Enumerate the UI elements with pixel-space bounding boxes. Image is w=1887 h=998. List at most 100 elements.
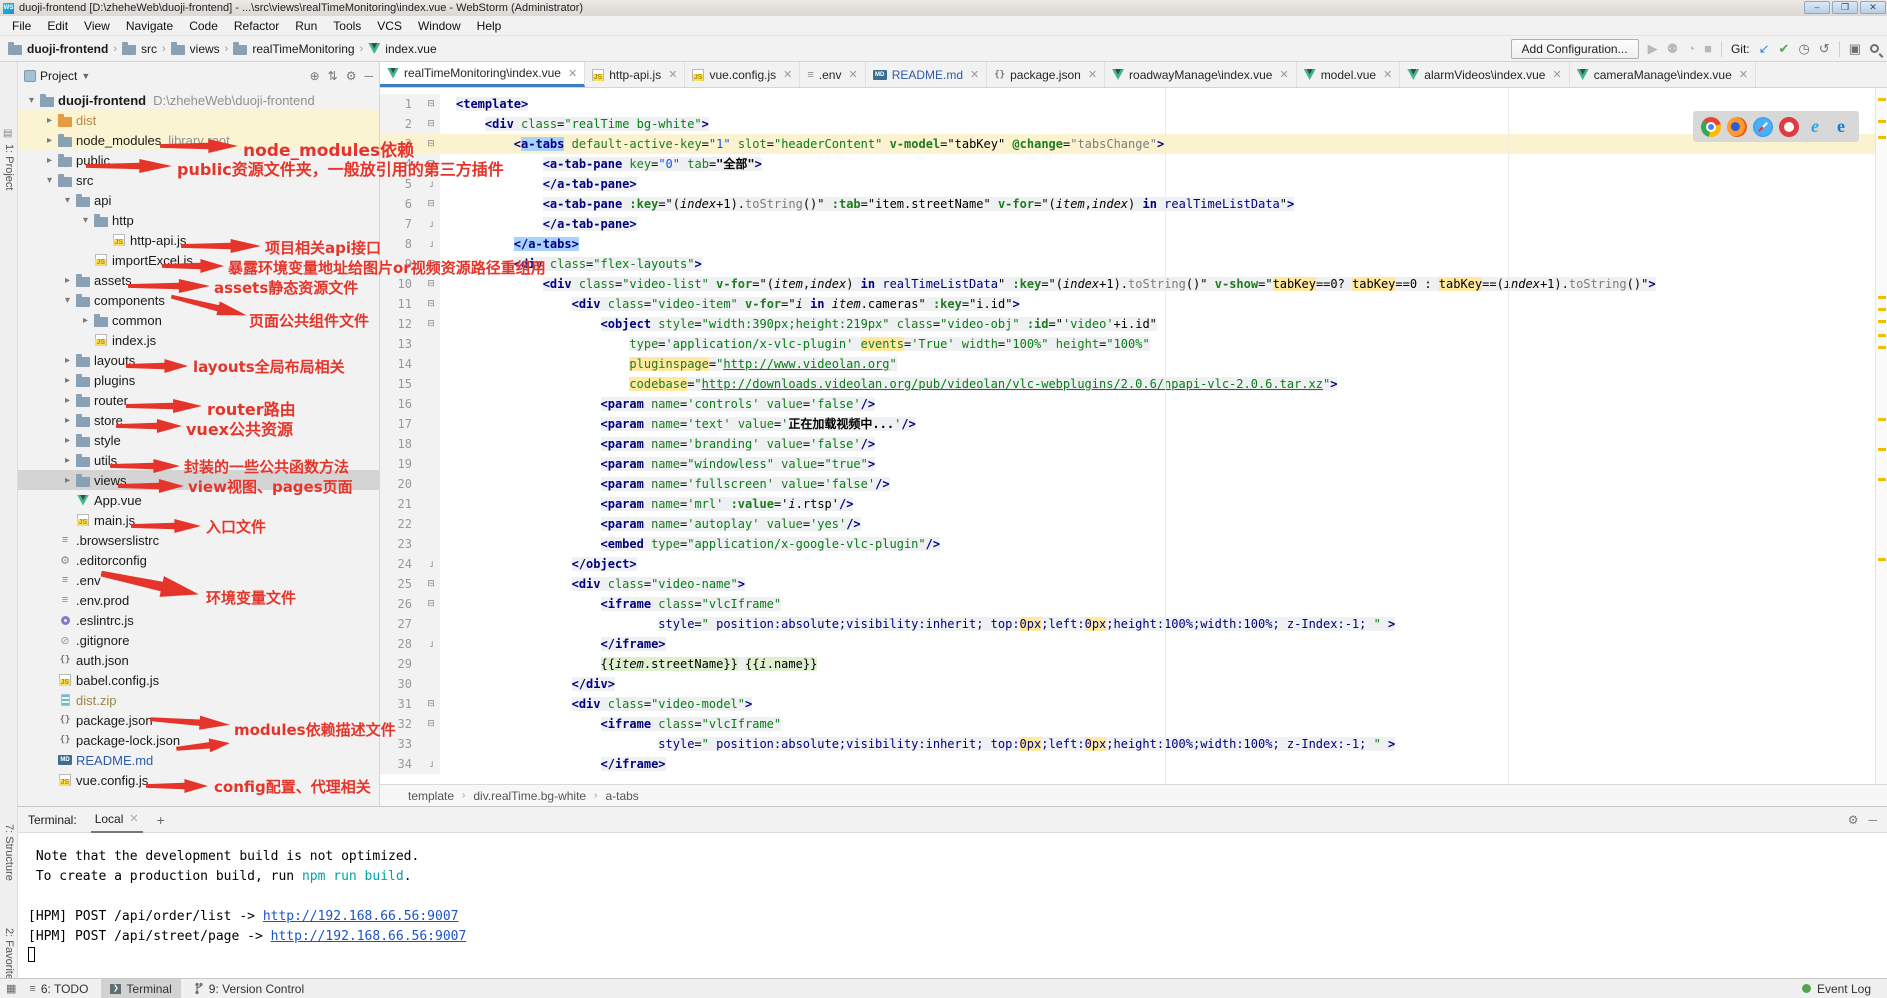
tool-window-project[interactable]: 1: Project xyxy=(3,144,15,190)
code-editor[interactable]: 1⊟<template>2⊟ <div class="realTime bg-w… xyxy=(380,88,1887,784)
close-icon[interactable]: ✕ xyxy=(1552,68,1561,81)
breadcrumb-template[interactable]: template xyxy=(408,789,454,803)
fold-marker-icon[interactable]: ⊟ xyxy=(422,294,440,314)
safari-icon[interactable] xyxy=(1753,117,1773,137)
expand-chevron-icon[interactable]: ▾ xyxy=(78,215,93,226)
code-line[interactable]: 26⊟ <iframe class="vlcIframe" xyxy=(380,594,1887,614)
fold-marker-icon[interactable]: ¬ xyxy=(421,755,441,773)
statusbar-event-log[interactable]: Event Log xyxy=(1802,982,1881,996)
tree-item-components[interactable]: ▾components xyxy=(18,290,379,310)
coverage-icon[interactable]: ◔ xyxy=(1687,41,1695,56)
fold-marker-icon[interactable]: ⊟ xyxy=(422,574,440,594)
expand-chevron-icon[interactable]: ▸ xyxy=(60,275,75,286)
code-line[interactable]: 22 <param name='autoplay' value='yes'/> xyxy=(380,514,1887,534)
code-line[interactable]: 10⊟ <div class="video-list" v-for="(item… xyxy=(380,274,1887,294)
fold-marker-icon[interactable]: ¬ xyxy=(421,175,441,193)
fold-marker-icon[interactable]: ¬ xyxy=(421,235,441,253)
warning-stripe-mark[interactable] xyxy=(1878,308,1886,311)
tab-env[interactable]: ≡.env✕ xyxy=(800,62,865,87)
breadcrumb-realtimemonitoring[interactable]: realTimeMonitoring xyxy=(233,42,354,56)
code-line[interactable]: 18 <param name='branding' value='false'/… xyxy=(380,434,1887,454)
expand-chevron-icon[interactable]: ▸ xyxy=(42,135,57,146)
tree-item-common[interactable]: ▸common xyxy=(18,310,379,330)
close-icon[interactable]: ✕ xyxy=(1279,68,1288,81)
close-icon[interactable]: ✕ xyxy=(970,68,979,81)
expand-chevron-icon[interactable]: ▸ xyxy=(60,435,75,446)
fold-marker-icon[interactable]: ⊟ xyxy=(422,194,440,214)
fold-marker-icon[interactable]: ¬ xyxy=(421,635,441,653)
terminal-settings-icon[interactable]: ⚙ xyxy=(1848,813,1859,827)
fold-marker-icon[interactable]: ⊟ xyxy=(422,314,440,334)
breadcrumb-div[interactable]: div.realTime.bg-white xyxy=(473,789,586,803)
code-line[interactable]: 7¬ </a-tab-pane> xyxy=(380,214,1887,234)
code-line[interactable]: 34¬ </iframe> xyxy=(380,754,1887,774)
tree-item-gitignore[interactable]: ⊘.gitignore xyxy=(18,630,379,650)
panel-settings-icon[interactable]: ⚙ xyxy=(346,69,357,83)
warning-stripe-mark[interactable] xyxy=(1878,136,1886,139)
warning-stripe-mark[interactable] xyxy=(1878,98,1886,101)
locate-file-icon[interactable]: ⊕ xyxy=(310,69,320,83)
tree-item-src[interactable]: ▾src xyxy=(18,170,379,190)
code-line[interactable]: 15 codebase="http://downloads.videolan.o… xyxy=(380,374,1887,394)
expand-chevron-icon[interactable]: ▾ xyxy=(60,295,75,306)
warning-stripe-mark[interactable] xyxy=(1878,418,1886,421)
tree-item-babel-config-js[interactable]: babel.config.js xyxy=(18,670,379,690)
breadcrumb-index-vue[interactable]: index.vue xyxy=(368,42,436,56)
git-update-icon[interactable]: ↙ xyxy=(1759,41,1770,57)
expand-chevron-icon[interactable]: ▸ xyxy=(60,415,75,426)
tree-item-http[interactable]: ▾http xyxy=(18,210,379,230)
tree-item-editorconfig[interactable]: ⚙.editorconfig xyxy=(18,550,379,570)
menu-code[interactable]: Code xyxy=(181,17,226,35)
code-line[interactable]: 24¬ </object> xyxy=(380,554,1887,574)
fold-marker-icon[interactable]: ¬ xyxy=(421,555,441,573)
fold-marker-icon[interactable]: ⊟ xyxy=(422,114,440,134)
tree-item-importexcel-js[interactable]: importExcel.js xyxy=(18,250,379,270)
tree-item-duoji-frontend[interactable]: ▾duoji-frontendD:\zheheWeb\duoji-fronten… xyxy=(18,90,379,110)
stop-icon[interactable]: ■ xyxy=(1704,41,1712,56)
maximize-button[interactable]: ❐ xyxy=(1832,1,1858,14)
warning-stripe-mark[interactable] xyxy=(1878,346,1886,349)
collapse-all-icon[interactable]: ⇅ xyxy=(328,69,338,83)
close-icon[interactable]: ✕ xyxy=(1088,68,1097,81)
menu-edit[interactable]: Edit xyxy=(39,17,76,35)
tab-readme-md[interactable]: MDREADME.md✕ xyxy=(866,62,988,87)
inspection-scrollbar[interactable] xyxy=(1875,88,1887,784)
internet-explorer-icon[interactable]: e xyxy=(1805,117,1825,137)
code-line[interactable]: 23 <embed type="application/x-google-vlc… xyxy=(380,534,1887,554)
run-icon[interactable]: ▶ xyxy=(1648,41,1658,57)
rollback-icon[interactable]: ↺ xyxy=(1819,41,1830,57)
warning-stripe-mark[interactable] xyxy=(1878,120,1886,123)
close-button[interactable]: ✕ xyxy=(1860,1,1886,14)
code-line[interactable]: 25⊟ <div class="video-name"> xyxy=(380,574,1887,594)
tree-item-readme-md[interactable]: MDREADME.md xyxy=(18,750,379,770)
code-line[interactable]: 27 style=" position:absolute;visibility:… xyxy=(380,614,1887,634)
code-line[interactable]: 32⊟ <iframe class="vlcIframe" xyxy=(380,714,1887,734)
expand-chevron-icon[interactable]: ▾ xyxy=(24,95,39,106)
code-line[interactable]: 2⊟ <div class="realTime bg-white"> xyxy=(380,114,1887,134)
code-line[interactable]: 21 <param name='mrl' :value='i.rtsp'/> xyxy=(380,494,1887,514)
expand-chevron-icon[interactable]: ▸ xyxy=(78,315,93,326)
breadcrumb-a-tabs[interactable]: a-tabs xyxy=(605,789,638,803)
menu-help[interactable]: Help xyxy=(469,17,510,35)
tab-realtimemonitoring-index-vue[interactable]: realTimeMonitoring\index.vue✕ xyxy=(380,62,585,87)
statusbar-todo[interactable]: ≡ 6: TODO xyxy=(20,979,97,998)
chevron-down-icon[interactable]: ▼ xyxy=(81,71,90,81)
debug-icon[interactable]: ⚉ xyxy=(1667,41,1679,57)
minimize-button[interactable]: – xyxy=(1804,1,1830,14)
menu-run[interactable]: Run xyxy=(287,17,325,35)
terminal-link[interactable]: http://192.168.66.56:9007 xyxy=(263,909,459,924)
warning-stripe-mark[interactable] xyxy=(1878,334,1886,337)
close-icon[interactable]: ✕ xyxy=(1383,68,1392,81)
code-line[interactable]: 33 style=" position:absolute;visibility:… xyxy=(380,734,1887,754)
tool-window-structure[interactable]: 7: Structure xyxy=(3,824,15,881)
tree-item-auth-json[interactable]: {}auth.json xyxy=(18,650,379,670)
fold-marker-icon[interactable]: ⊟ xyxy=(422,594,440,614)
fold-marker-icon[interactable]: ⊟ xyxy=(422,714,440,734)
code-line[interactable]: 13 type='application/x-vlc-plugin' event… xyxy=(380,334,1887,354)
tree-item-style[interactable]: ▸style xyxy=(18,430,379,450)
close-icon[interactable]: ✕ xyxy=(848,68,857,81)
code-line[interactable]: 29 {{item.streetName}} {{i.name}} xyxy=(380,654,1887,674)
fold-marker-icon[interactable]: ⊟ xyxy=(422,134,440,154)
close-icon[interactable]: ✕ xyxy=(129,812,138,825)
fold-marker-icon[interactable]: ⊟ xyxy=(422,694,440,714)
